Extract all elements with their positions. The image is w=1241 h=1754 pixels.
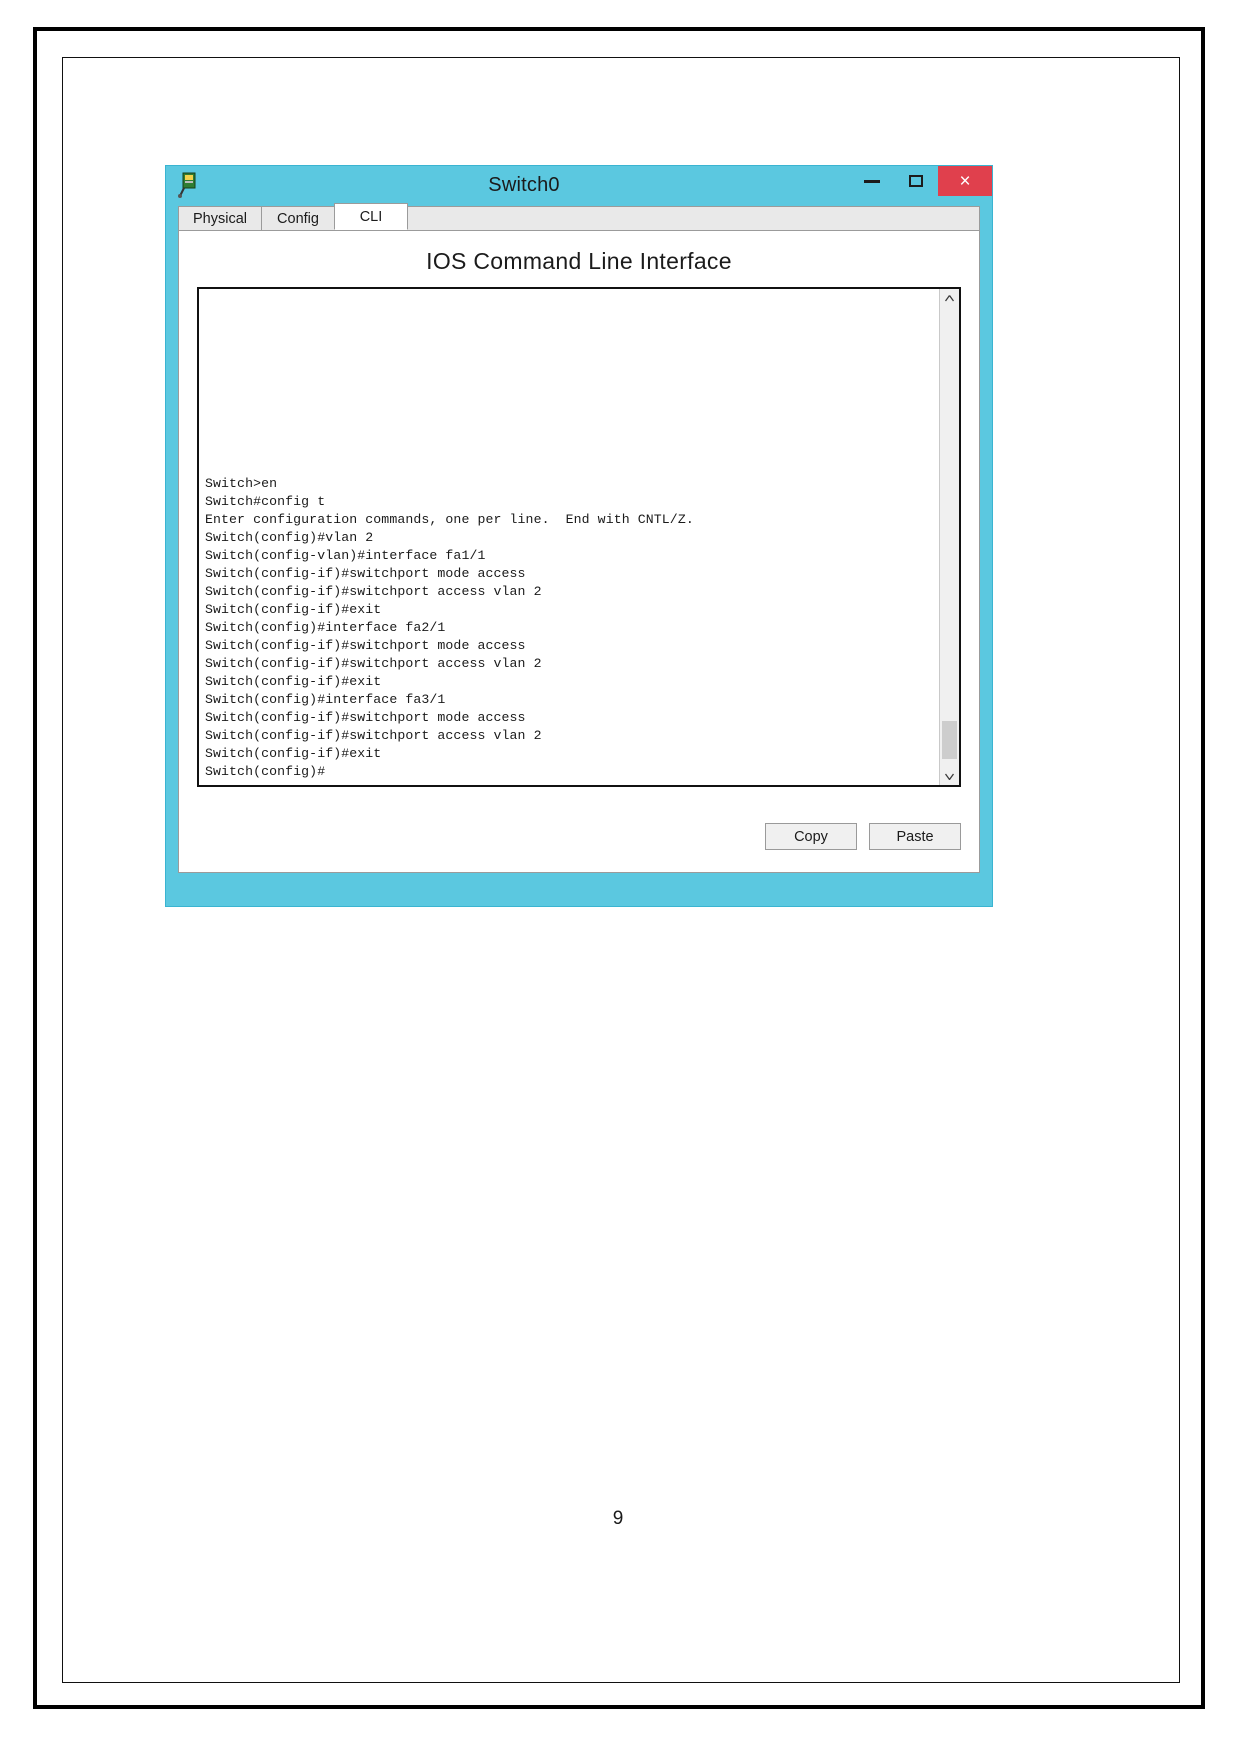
terminal-line: Switch(config-if)#switchport mode access (205, 638, 526, 653)
tab-cli[interactable]: CLI (334, 203, 408, 230)
maximize-icon (909, 175, 923, 187)
scroll-down-icon[interactable] (940, 767, 959, 785)
terminal-container: Switch>en Switch#config t Enter configur… (197, 287, 961, 787)
tab-physical[interactable]: Physical (178, 206, 262, 230)
terminal-line: Switch(config)#interface fa2/1 (205, 620, 446, 635)
page-number: 9 (612, 1508, 624, 1529)
close-button[interactable]: × (938, 166, 992, 196)
device-window: Switch0 × Physical Config CLI IOS Comman… (165, 165, 993, 907)
cli-panel: IOS Command Line Interface Switch>en Swi… (178, 231, 980, 873)
terminal-line: Switch(config)#interface fa3/1 (205, 692, 446, 707)
paste-button[interactable]: Paste (869, 823, 961, 850)
page-border-inner: Switch0 × Physical Config CLI IOS Comman… (62, 57, 1180, 1683)
terminal-line: Switch(config-if)#switchport mode access (205, 566, 526, 581)
window-titlebar[interactable]: Switch0 × (166, 166, 992, 204)
terminal-line: Switch(config)#vlan 2 (205, 530, 374, 545)
terminal-line: Switch(config-if)#switchport access vlan… (205, 728, 542, 743)
terminal-line: Switch(config)# (205, 764, 326, 779)
terminal-line: Switch(config-if)#exit (205, 602, 382, 617)
terminal-lines: Switch>en Switch#config t Enter configur… (205, 475, 939, 781)
tab-config[interactable]: Config (261, 206, 335, 230)
terminal-line: Switch(config-if)#switchport access vlan… (205, 584, 542, 599)
window-controls: × (850, 166, 992, 200)
panel-heading: IOS Command Line Interface (426, 248, 732, 274)
document-page: Switch0 × Physical Config CLI IOS Comman… (0, 0, 1241, 1754)
scrollbar-thumb[interactable] (942, 721, 957, 759)
panel-action-buttons: Copy Paste (765, 823, 961, 850)
scroll-up-icon[interactable] (940, 289, 959, 307)
tab-config-label: Config (277, 210, 319, 227)
terminal-line: Switch(config-if)#exit (205, 674, 382, 689)
terminal-scrollbar[interactable] (939, 289, 959, 785)
terminal-line: Switch(config-if)#switchport mode access (205, 710, 526, 725)
minimize-button[interactable] (850, 166, 894, 196)
packet-tracer-switch-icon (178, 172, 202, 198)
tab-physical-label: Physical (193, 210, 247, 227)
tab-cli-label: CLI (359, 208, 383, 225)
minimize-icon (864, 179, 880, 183)
terminal-line: Switch(config-vlan)#interface fa1/1 (205, 548, 486, 563)
page-border-outer: Switch0 × Physical Config CLI IOS Comman… (33, 27, 1205, 1709)
terminal-line: Enter configuration commands, one per li… (205, 512, 694, 527)
terminal-line: Switch>en (205, 476, 278, 491)
tab-strip-filler (407, 206, 980, 230)
tab-strip: Physical Config CLI (178, 203, 980, 231)
maximize-button[interactable] (894, 166, 938, 196)
copy-button[interactable]: Copy (765, 823, 857, 850)
terminal-line: Switch#config t (205, 494, 326, 509)
terminal-output[interactable]: Switch>en Switch#config t Enter configur… (199, 289, 939, 785)
terminal-line: Switch(config-if)#switchport access vlan… (205, 656, 542, 671)
terminal-line: Switch(config-if)#exit (205, 746, 382, 761)
